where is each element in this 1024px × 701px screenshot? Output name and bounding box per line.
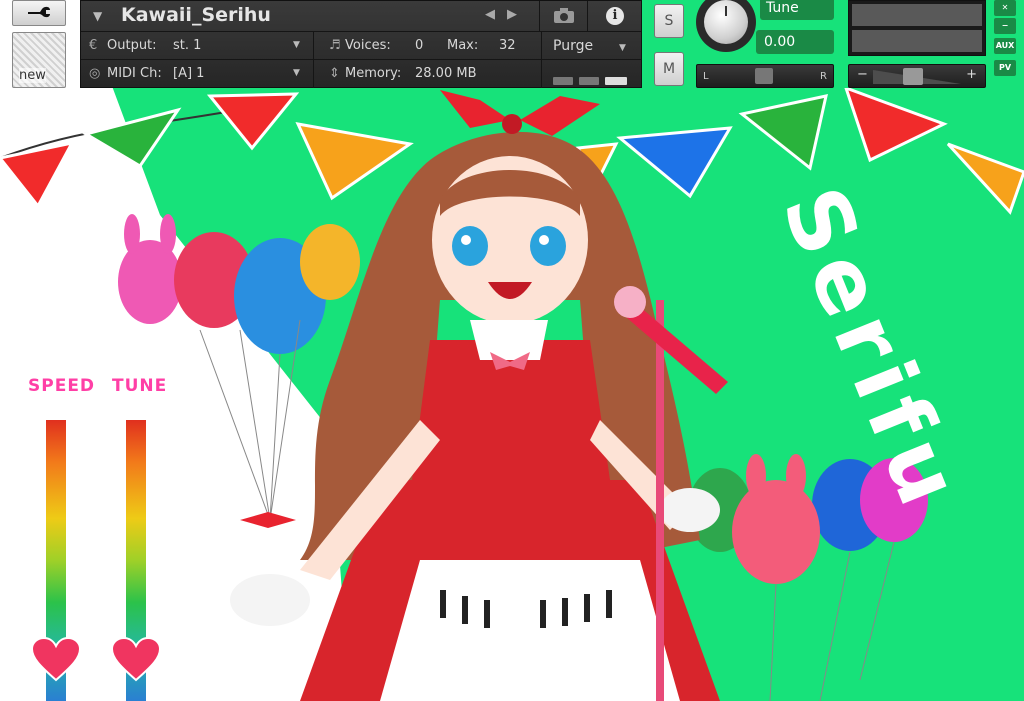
header-divider — [541, 32, 542, 88]
memory-meter — [553, 70, 633, 89]
wrench-icon — [28, 6, 50, 18]
memory-label: Memory: — [345, 66, 402, 81]
collapse-caret-icon[interactable]: ▼ — [93, 9, 102, 23]
mute-button[interactable]: M — [654, 52, 684, 86]
pan-left-label: L — [703, 71, 709, 82]
close-button[interactable]: ✕ — [994, 0, 1016, 16]
output-dropdown-icon[interactable]: ▼ — [293, 40, 300, 50]
pv-button[interactable]: PV — [994, 60, 1016, 76]
pan-right-label: R — [820, 71, 827, 82]
pan-handle[interactable] — [755, 68, 773, 84]
new-label: new — [19, 68, 46, 83]
prev-next-arrows[interactable]: ◀▶ — [485, 7, 529, 22]
voices-icon: ♬ — [329, 38, 341, 53]
volume-handle[interactable] — [903, 68, 923, 85]
solo-button[interactable]: S — [654, 4, 684, 38]
tune-value[interactable]: 0.00 — [756, 30, 834, 54]
voices-value: 0 — [415, 38, 424, 53]
max-voices-value[interactable]: 32 — [499, 38, 516, 53]
instrument-name[interactable]: Kawaii_Serihu — [121, 4, 271, 26]
memory-icon: ⇕ — [329, 66, 340, 81]
header-title-row: ▼ Kawaii_Serihu ◀▶ i — [81, 1, 641, 32]
info-button[interactable]: i — [587, 1, 642, 31]
aux-button[interactable]: AUX — [994, 38, 1016, 54]
header-divider — [313, 32, 314, 88]
minimize-button[interactable]: − — [994, 18, 1016, 34]
midi-icon: ◎ — [89, 66, 101, 81]
knob-icon — [704, 0, 748, 44]
pan-slider[interactable]: L R — [696, 64, 834, 88]
tune-meter-label: TUNE — [112, 376, 168, 396]
new-button[interactable]: new — [12, 32, 66, 88]
purge-button[interactable]: Purge — [553, 38, 593, 54]
speed-label: SPEED — [28, 376, 96, 396]
tune-label: Tune — [760, 0, 834, 20]
instrument-header: ▼ Kawaii_Serihu ◀▶ i € Output: st. 1 ▼ ♬… — [80, 0, 642, 88]
heart-icon — [30, 636, 82, 682]
speed-heart-handle[interactable] — [30, 636, 82, 682]
midi-label: MIDI Ch: — [107, 66, 162, 81]
camera-icon — [554, 8, 574, 23]
tune-heart-handle[interactable] — [110, 636, 162, 682]
voices-label: Voices: — [345, 38, 391, 53]
heart-icon — [110, 636, 162, 682]
info-icon: i — [606, 7, 624, 25]
output-label: Output: — [107, 38, 157, 53]
volume-plus: + — [966, 67, 977, 82]
wrench-button[interactable] — [12, 0, 66, 26]
meter-bar-right — [852, 30, 982, 52]
midi-channel-value[interactable]: [A] 1 — [173, 66, 204, 81]
max-label: Max: — [447, 38, 479, 53]
volume-slider[interactable]: − + — [848, 64, 986, 88]
purge-dropdown-icon[interactable]: ▼ — [619, 43, 626, 53]
meter-bar-left — [852, 4, 982, 26]
output-icon: € — [89, 38, 98, 53]
snapshot-button[interactable] — [539, 1, 588, 31]
memory-value: 28.00 MB — [415, 66, 477, 81]
volume-minus: − — [857, 67, 868, 82]
output-meter-panel — [848, 0, 986, 56]
midi-dropdown-icon[interactable]: ▼ — [293, 68, 300, 78]
output-value[interactable]: st. 1 — [173, 38, 201, 53]
